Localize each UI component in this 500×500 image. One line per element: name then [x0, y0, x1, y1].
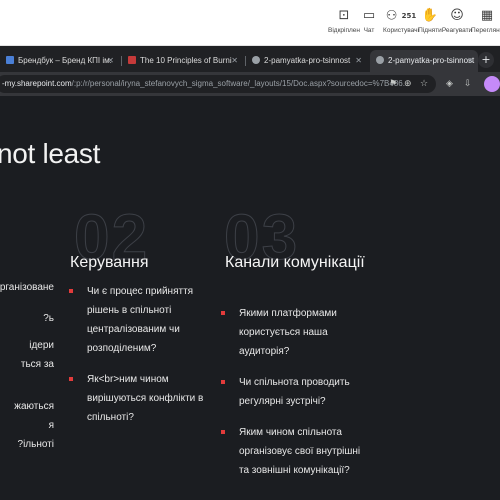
extension-icon[interactable]: ◈: [446, 77, 453, 91]
view-icon: ▦: [480, 8, 494, 23]
bullet-icon: [69, 289, 73, 293]
address-bar: -my.sharepoint.com/:p:/r/personal/iryna_…: [0, 72, 500, 96]
list-item: Як<br>ним чином вирішуються конфлікти в …: [69, 370, 219, 427]
list-item: Чи спільнота проводить регулярні зустріч…: [221, 373, 371, 411]
close-icon[interactable]: ✕: [355, 50, 362, 72]
tab-pamyatka-2[interactable]: 2-pamyatka-pro-tsinnost ✕: [370, 50, 478, 72]
governance-list: Чи є процес прийняття рішень в спільноті…: [69, 282, 219, 439]
url-host: -my.sharepoint.com: [2, 79, 72, 88]
bullet-icon: [221, 430, 225, 434]
meeting-toolbar: ⊡ Відкріплен ▭ Чат ⚇ 251 Користувачі ✋ П…: [0, 0, 500, 46]
close-icon[interactable]: ✕: [231, 50, 238, 72]
tab-brandbook[interactable]: Брендбук – Бренд КПІ ім. ✕: [0, 50, 118, 72]
view-button[interactable]: ▦ Перегляну: [470, 6, 500, 35]
browser-tab-strip: Брендбук – Бренд КПІ ім. ✕ The 10 Princi…: [0, 46, 500, 72]
translate-icon[interactable]: ⚑: [389, 75, 397, 93]
list-item: Яким чином спільнота організовує свої вн…: [221, 423, 371, 480]
channels-list: Якими платформами користується наша ауди…: [221, 304, 371, 492]
close-icon[interactable]: ✕: [467, 50, 474, 72]
column-title-governance: Керування: [70, 254, 149, 271]
bullet-icon: [221, 311, 225, 315]
bullet-icon: [69, 377, 73, 381]
react-icon: ☺: [450, 8, 464, 23]
tab-pamyatka-1[interactable]: 2-pamyatka-pro-tsinnost ✕: [246, 50, 366, 72]
globe-icon: [252, 56, 260, 64]
bookmark-star-icon[interactable]: ☆: [420, 75, 428, 93]
list-item: Чи є процес прийняття рішень в спільноті…: [69, 282, 219, 358]
close-icon[interactable]: ✕: [107, 50, 114, 72]
column-title-channels: Канали комунікації: [225, 254, 365, 271]
avatar[interactable]: [484, 76, 500, 92]
tab-burnout-principles[interactable]: The 10 Principles of Burni ✕: [122, 50, 242, 72]
favicon-icon: [6, 56, 14, 64]
list-item: Якими платформами користується наша ауди…: [221, 304, 371, 361]
page-title: t not least: [0, 138, 101, 169]
slide-content: t not least 02 03 рганізоване ь? ідери т…: [0, 96, 500, 500]
download-icon[interactable]: ⇩: [464, 77, 472, 91]
people-icon: ⚇: [385, 8, 398, 24]
globe-icon: [376, 56, 384, 64]
url-input[interactable]: -my.sharepoint.com/:p:/r/personal/iryna_…: [0, 75, 436, 93]
new-tab-icon[interactable]: +: [478, 52, 494, 68]
zoom-icon[interactable]: ⊕: [404, 75, 412, 93]
url-path: /:p:/r/personal/iryna_stefanovych_sigma_…: [71, 79, 410, 88]
favicon-icon: [128, 56, 136, 64]
clipped-column: рганізоване ь? ідери ться за жаються я і…: [0, 282, 54, 450]
bullet-icon: [221, 380, 225, 384]
